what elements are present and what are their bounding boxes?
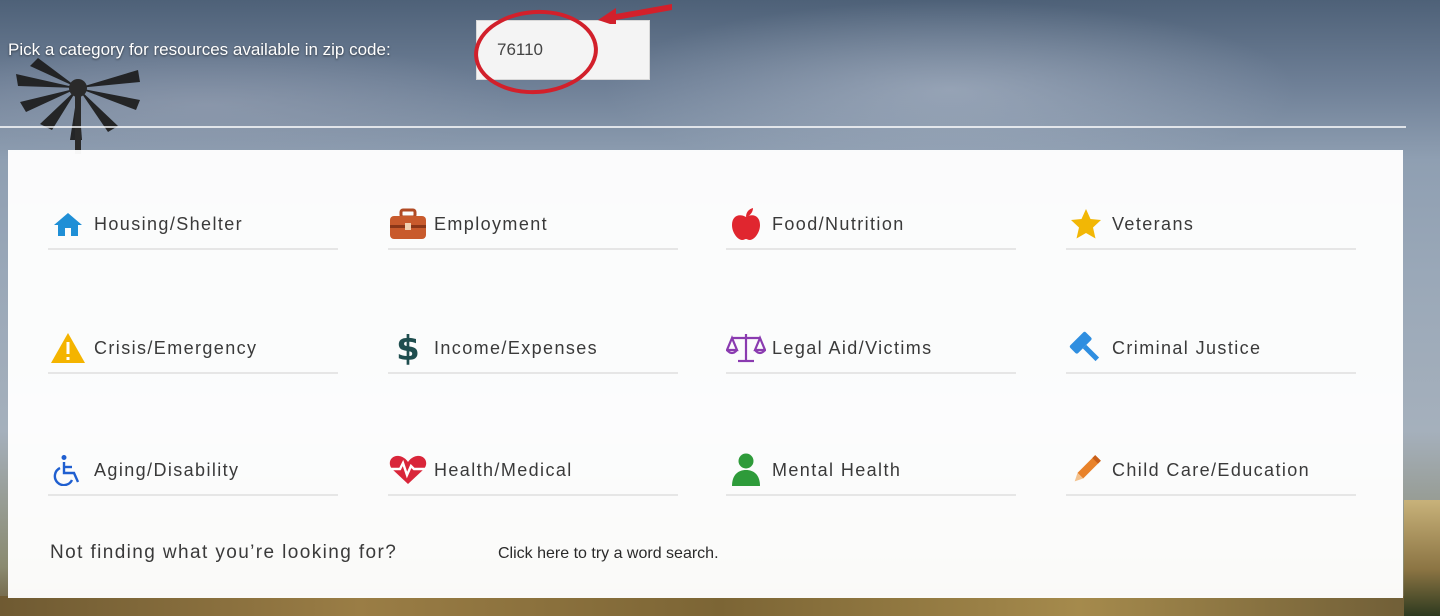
- category-food[interactable]: Food/Nutrition: [726, 200, 1016, 250]
- category-veterans[interactable]: Veterans: [1066, 200, 1356, 250]
- category-label: Legal Aid/Victims: [772, 337, 933, 358]
- category-criminal-justice[interactable]: Criminal Justice: [1066, 324, 1356, 374]
- category-label: Mental Health: [772, 459, 902, 480]
- category-label: Veterans: [1112, 213, 1195, 234]
- dollar-icon: $: [388, 328, 428, 368]
- category-child-care[interactable]: Child Care/Education: [1066, 446, 1356, 496]
- category-mental-health[interactable]: Mental Health: [726, 446, 1016, 496]
- category-legal[interactable]: Legal Aid/Victims: [726, 324, 1016, 374]
- person-icon: [726, 450, 766, 490]
- svg-text:$: $: [397, 330, 419, 366]
- category-crisis[interactable]: Crisis/Emergency: [48, 324, 338, 374]
- header-divider: [0, 126, 1406, 128]
- not-finding-text: Not finding what you’re looking for?: [50, 542, 398, 563]
- heartbeat-icon: [388, 450, 428, 490]
- wheelchair-icon: [48, 450, 88, 490]
- gavel-icon: [1066, 328, 1106, 368]
- warning-icon: [48, 328, 88, 368]
- category-label: Criminal Justice: [1112, 337, 1262, 358]
- pencil-icon: [1066, 450, 1106, 490]
- zip-code-input[interactable]: [476, 20, 650, 80]
- category-panel: Housing/Shelter Employment Food/Nutritio…: [8, 150, 1403, 598]
- field-edge-background: [1404, 500, 1440, 616]
- apple-icon: [726, 204, 766, 244]
- zip-code-bar: Pick a category for resources available …: [0, 4, 1440, 99]
- category-label: Housing/Shelter: [94, 213, 244, 234]
- category-label: Aging/Disability: [94, 459, 240, 480]
- category-label: Employment: [434, 213, 549, 234]
- word-search-link[interactable]: Click here to try a word search.: [498, 545, 719, 563]
- category-employment[interactable]: Employment: [388, 200, 678, 250]
- category-label: Income/Expenses: [434, 337, 599, 358]
- house-icon: [48, 204, 88, 244]
- field-background: [0, 596, 1440, 616]
- star-icon: [1066, 204, 1106, 244]
- category-label: Child Care/Education: [1112, 459, 1311, 480]
- category-housing[interactable]: Housing/Shelter: [48, 200, 338, 250]
- category-income[interactable]: $ Income/Expenses: [388, 324, 678, 374]
- category-label: Crisis/Emergency: [94, 337, 258, 358]
- zip-code-label: Pick a category for resources available …: [8, 40, 391, 59]
- briefcase-icon: [388, 204, 428, 244]
- scales-icon: [726, 328, 766, 368]
- category-label: Health/Medical: [434, 459, 573, 480]
- category-health[interactable]: Health/Medical: [388, 446, 678, 496]
- category-aging[interactable]: Aging/Disability: [48, 446, 338, 496]
- category-label: Food/Nutrition: [772, 213, 905, 234]
